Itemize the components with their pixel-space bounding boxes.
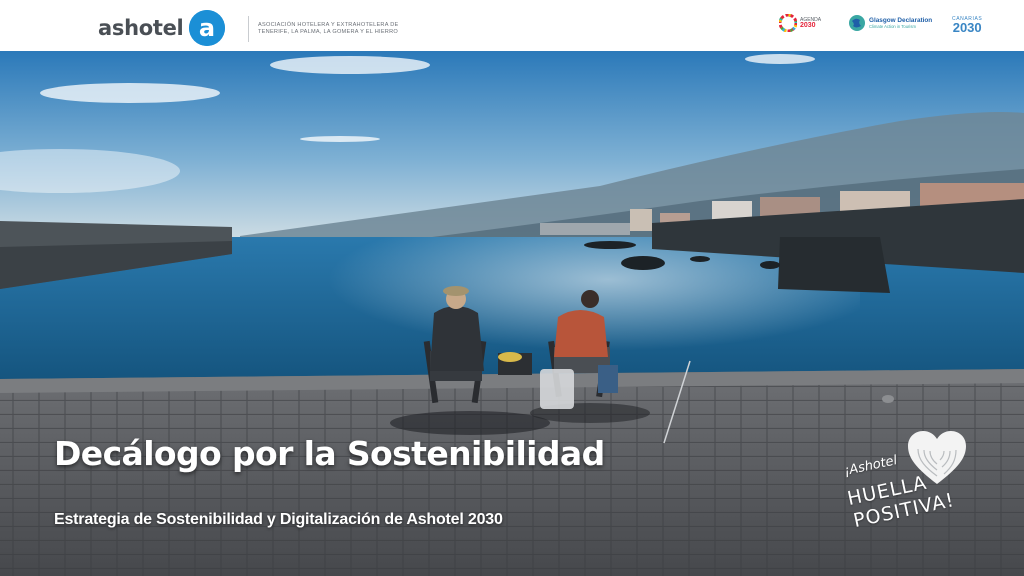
hero-section: Decálogo por la Sostenibilidad Estrategi… <box>0 51 1024 576</box>
canarias-2030-logo[interactable]: CANARIAS 2030 <box>952 16 982 34</box>
glasgow-declaration-logo[interactable]: Glasgow Declaration Climate Action in To… <box>848 14 932 32</box>
brand-name: ashotel <box>98 16 184 40</box>
pigeon <box>882 395 894 403</box>
ashotel-logo-icon: a <box>189 10 226 46</box>
page-title: Decálogo por la Sostenibilidad <box>54 434 605 473</box>
badge-line-1: ¡Ashotel <box>842 453 899 479</box>
canarias-year: 2030 <box>952 20 982 35</box>
agenda-2030-logo[interactable]: AGENDA 2030 <box>779 14 821 32</box>
canarias-year-text: 2030 <box>952 20 982 35</box>
glasgow-subtitle: Climate Action in Tourism <box>869 24 916 29</box>
ashotel-logo[interactable]: ashotel a <box>98 10 226 46</box>
header-divider <box>248 16 249 42</box>
brand-letter: a <box>199 14 215 42</box>
huella-positiva-badge: ¡Ashotel HUELLA POSITIVA! <box>842 430 972 540</box>
globe-icon <box>849 15 865 31</box>
glasgow-title: Glasgow Declaration <box>869 17 933 24</box>
association-name: ASOCIACIÓN HOTELERA Y EXTRAHOTELERA DE T… <box>258 22 398 36</box>
association-line-1: ASOCIACIÓN HOTELERA Y EXTRAHOTELERA DE <box>258 22 399 28</box>
header-bar: ashotel a ASOCIACIÓN HOTELERA Y EXTRAHOT… <box>0 0 1024 51</box>
agenda-year: 2030 <box>800 22 816 29</box>
page-subtitle: Estrategia de Sostenibilidad y Digitaliz… <box>54 511 503 528</box>
sdg-wheel-icon <box>779 14 797 32</box>
association-line-2: TENERIFE, LA PALMA, LA GOMERA Y EL HIERR… <box>258 29 398 35</box>
